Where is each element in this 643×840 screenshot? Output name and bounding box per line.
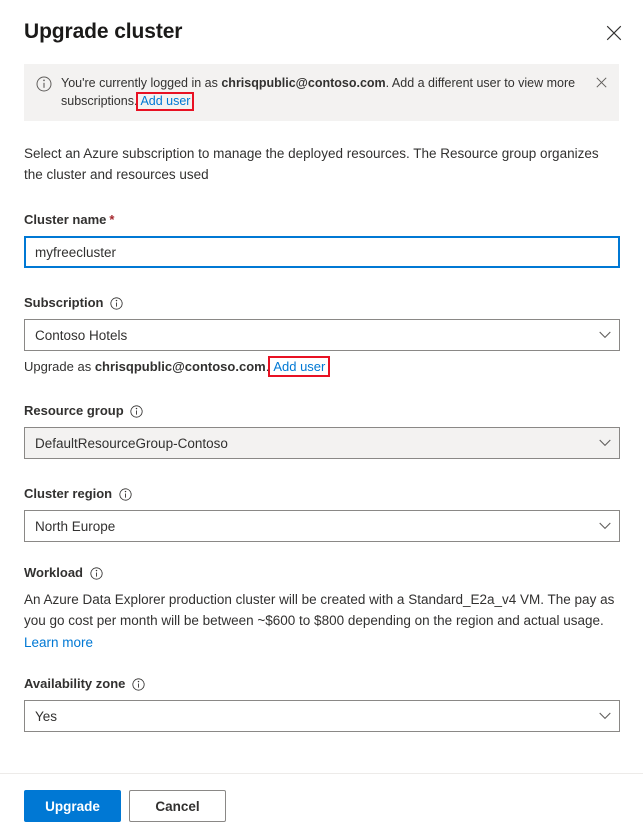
dialog-header: Upgrade cluster <box>0 0 643 48</box>
availability-zone-label-text: Availability zone <box>24 676 126 691</box>
dialog-footer: Upgrade Cancel <box>0 773 643 840</box>
required-marker: * <box>109 212 115 227</box>
workload-label: Workload <box>24 564 619 582</box>
subscription-label: Subscription <box>24 294 619 312</box>
cluster-name-input[interactable] <box>24 236 620 268</box>
banner-text-prefix: You're currently logged in as <box>61 76 222 90</box>
close-icon[interactable] <box>601 20 627 46</box>
resource-group-label-text: Resource group <box>24 403 124 418</box>
subscription-select[interactable]: Contoso Hotels <box>24 319 620 351</box>
chevron-down-icon <box>591 439 619 447</box>
field-workload: Workload An Azure Data Explorer producti… <box>24 564 619 653</box>
cluster-region-label: Cluster region <box>24 485 619 503</box>
resource-group-select[interactable]: DefaultResourceGroup-Contoso <box>24 427 620 459</box>
upgrade-button[interactable]: Upgrade <box>24 790 121 822</box>
subscription-note-user: chrisqpublic@contoso.com <box>94 359 266 374</box>
chevron-down-icon <box>591 522 619 530</box>
info-banner-text: You're currently logged in as chrisqpubl… <box>61 74 581 111</box>
workload-description: An Azure Data Explorer production cluste… <box>24 592 615 628</box>
add-user-link-banner[interactable]: Add user <box>140 94 190 108</box>
cluster-region-select[interactable]: North Europe <box>24 510 620 542</box>
info-circle-icon[interactable] <box>89 566 103 580</box>
info-circle-icon[interactable] <box>130 404 144 418</box>
banner-user-email: chrisqpublic@contoso.com <box>221 76 386 90</box>
resource-group-label: Resource group <box>24 402 619 420</box>
chevron-down-icon <box>591 331 619 339</box>
subscription-value: Contoso Hotels <box>35 327 128 343</box>
cluster-region-label-text: Cluster region <box>24 486 113 501</box>
add-user-annotation-subscription: Add user <box>268 356 331 377</box>
cluster-name-label-text: Cluster name <box>24 212 107 227</box>
info-banner: You're currently logged in as chrisqpubl… <box>24 64 619 121</box>
page-title: Upgrade cluster <box>24 20 183 43</box>
subscription-note-suffix: . <box>265 359 270 374</box>
info-circle-icon <box>36 76 52 92</box>
resource-group-value: DefaultResourceGroup-Contoso <box>35 435 228 451</box>
info-circle-icon[interactable] <box>118 487 132 501</box>
dialog-body: You're currently logged in as chrisqpubl… <box>0 48 643 773</box>
add-user-link-subscription[interactable]: Add user <box>273 359 325 374</box>
workload-label-text: Workload <box>24 565 83 580</box>
cluster-name-label: Cluster name * <box>24 211 619 229</box>
availability-zone-label: Availability zone <box>24 675 619 693</box>
field-availability-zone: Availability zone Yes <box>24 675 620 732</box>
chevron-down-icon <box>591 712 619 720</box>
field-cluster-name: Cluster name * <box>24 211 620 268</box>
availability-zone-value: Yes <box>35 708 58 724</box>
add-user-annotation-banner: Add user <box>136 92 195 111</box>
cancel-button[interactable]: Cancel <box>129 790 226 822</box>
field-cluster-region: Cluster region North Europe <box>24 485 620 542</box>
learn-more-link[interactable]: Learn more <box>24 633 93 653</box>
availability-zone-select[interactable]: Yes <box>24 700 620 732</box>
banner-close-icon[interactable] <box>593 74 609 90</box>
subscription-note-prefix: Upgrade as <box>24 359 95 374</box>
upgrade-cluster-dialog: Upgrade cluster You're currently logged … <box>0 0 643 840</box>
info-circle-icon[interactable] <box>131 677 145 691</box>
dialog-description: Select an Azure subscription to manage t… <box>24 146 599 182</box>
cluster-region-value: North Europe <box>35 518 116 534</box>
subscription-note: Upgrade as chrisqpublic@contoso.com. Add … <box>24 356 619 377</box>
subscription-label-text: Subscription <box>24 295 104 310</box>
info-circle-icon[interactable] <box>109 296 123 310</box>
field-subscription: Subscription Contoso Hotels Upgrade as c… <box>24 294 620 377</box>
field-resource-group: Resource group DefaultResourceGroup-Cont… <box>24 402 620 459</box>
